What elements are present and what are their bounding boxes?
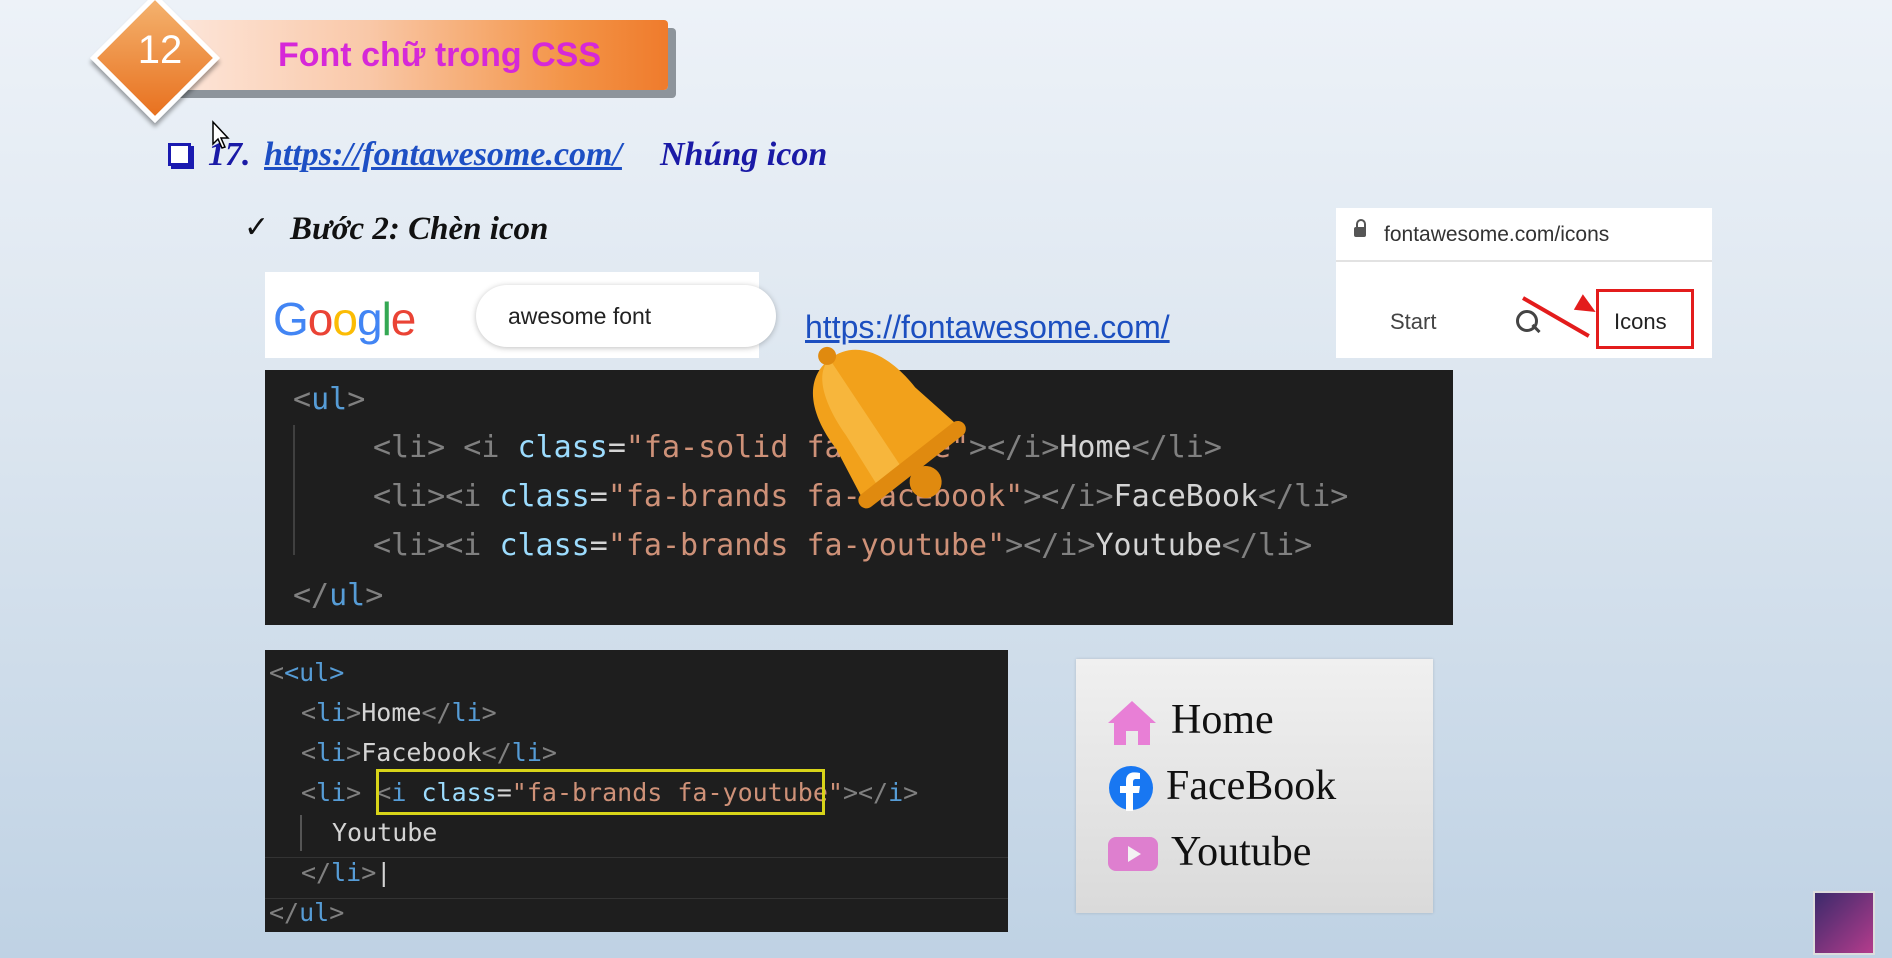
check-icon: ✓ [244,210,270,245]
search-query: awesome font [508,303,652,329]
heading-title: Nhúng icon [660,136,828,173]
code-line: <li>Facebook</li> [301,738,557,767]
lock-icon [1354,227,1366,237]
code-line: <li>Home</li> [301,698,497,727]
slide-number: 12 [137,28,183,72]
code-line: </ul> [269,898,345,927]
slide-title: Font chữ trong CSS [278,36,602,74]
google-logo: Google [273,293,416,345]
bell-icon [813,346,966,509]
indent-guide [293,425,295,555]
mouse-cursor-icon [212,120,230,149]
step-title: Bước 2: Chèn icon [290,211,549,247]
code-line: <<ul> [269,658,345,687]
highlighted-icon-tag [376,769,825,815]
nav-start-link[interactable]: Start [1390,309,1436,335]
list-item: FaceBook [1166,763,1337,809]
list-item: Home [1171,697,1274,743]
youtube-icon [1108,837,1158,871]
nav-icons-link[interactable]: Icons [1614,309,1667,335]
code-line: <ul> [293,382,366,417]
code-line: <li><i class="fa-brands fa-youtube"></i>… [373,528,1313,563]
heading-link[interactable]: https://fontawesome.com/ [264,136,622,174]
house-icon [1108,701,1156,745]
indent-guide [300,815,302,851]
code-editor-2: <<ul> <li>Home</li> <li>Facebook</li> <l… [265,650,1008,932]
rendered-list-preview: Home FaceBook Youtube [1076,659,1433,913]
code-line: </li>| [301,858,392,887]
url-text: fontawesome.com/icons [1384,223,1610,246]
code-line: Youtube [332,818,438,847]
list-item: Youtube [1171,829,1312,875]
facebook-icon [1109,766,1153,811]
channel-avatar[interactable] [1813,891,1875,955]
code-line: </ul> [293,578,384,613]
bullet-square-icon [168,143,191,166]
